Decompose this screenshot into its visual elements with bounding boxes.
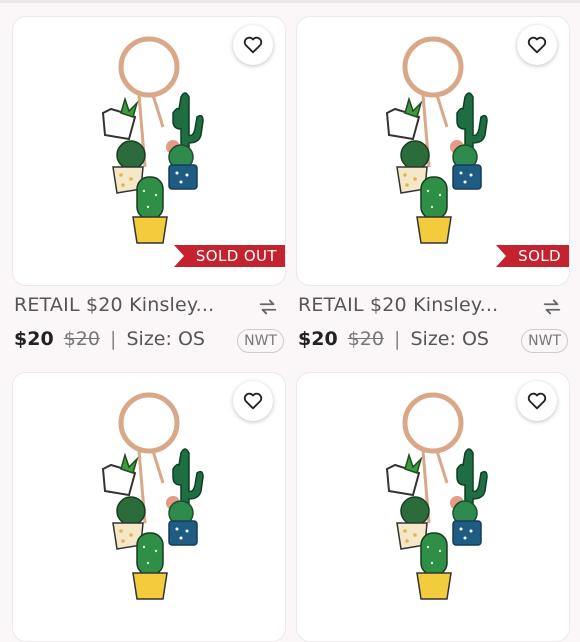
price: $20 xyxy=(298,328,338,350)
size-label: Size: xyxy=(410,328,456,350)
like-button[interactable] xyxy=(517,25,557,65)
sold-badge: SOLD xyxy=(496,245,569,267)
like-button[interactable] xyxy=(233,381,273,421)
size-label: Size: xyxy=(126,328,172,350)
share-icon[interactable] xyxy=(257,296,279,318)
listing-image[interactable]: SOLD OUT xyxy=(12,16,286,286)
share-icon[interactable] xyxy=(541,296,563,318)
separator: | xyxy=(110,328,117,350)
condition-badge: NWT xyxy=(237,329,284,353)
like-button[interactable] xyxy=(517,381,557,421)
size-value: OS xyxy=(177,328,205,350)
original-price: $20 xyxy=(347,328,384,350)
listing-image[interactable] xyxy=(12,372,286,642)
size-value: OS xyxy=(461,328,489,350)
price-line: $20 $20 | Size: OS xyxy=(14,328,205,350)
separator: | xyxy=(394,328,401,350)
heart-icon xyxy=(243,392,263,410)
price: $20 xyxy=(14,328,54,350)
listing-image[interactable]: SOLD xyxy=(296,16,570,286)
heart-icon xyxy=(527,392,547,410)
listing-title[interactable]: RETAIL $20 Kinsley... xyxy=(298,294,518,316)
price-line: $20 $20 | Size: OS xyxy=(298,328,489,350)
header-divider xyxy=(0,0,580,3)
original-price: $20 xyxy=(63,328,100,350)
condition-badge: NWT xyxy=(521,329,568,353)
heart-icon xyxy=(527,36,547,54)
listing-title[interactable]: RETAIL $20 Kinsley... xyxy=(14,294,234,316)
sold-out-badge: SOLD OUT xyxy=(173,245,285,267)
like-button[interactable] xyxy=(233,25,273,65)
heart-icon xyxy=(243,36,263,54)
listing-image[interactable] xyxy=(296,372,570,642)
